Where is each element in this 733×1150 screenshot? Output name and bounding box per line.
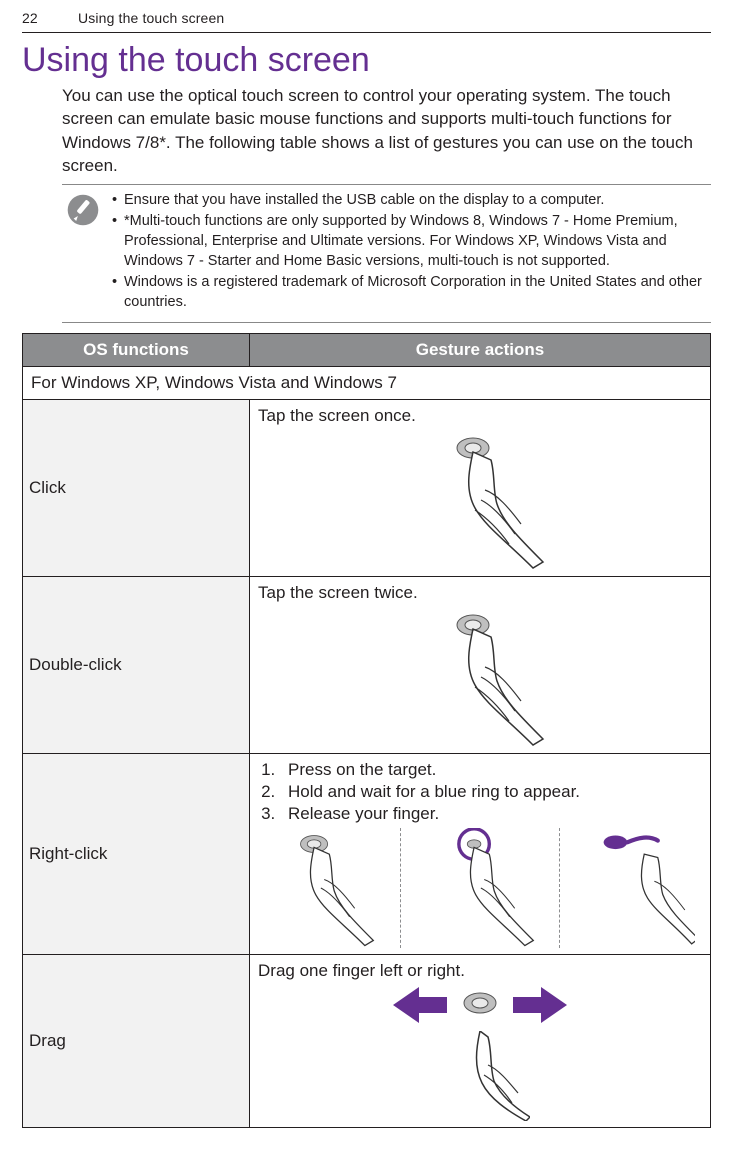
os-function-cell: Drag: [23, 955, 250, 1128]
note-item: Windows is a registered trademark of Mic…: [112, 273, 711, 312]
table-row: Drag Drag one finger left or right.: [23, 955, 711, 1128]
hand-press-icon: [265, 828, 375, 948]
table-section-row: For Windows XP, Windows Vista and Window…: [23, 367, 711, 400]
intro-paragraph: You can use the optical touch screen to …: [62, 84, 711, 178]
header-gesture-actions: Gesture actions: [250, 334, 711, 367]
sequence-divider: [559, 828, 560, 948]
table-section-title: For Windows XP, Windows Vista and Window…: [23, 367, 711, 400]
hand-hold-ring-icon: [425, 828, 535, 948]
running-header: 22 Using the touch screen: [22, 0, 711, 32]
gesture-cell: Press on the target. Hold and wait for a…: [250, 754, 711, 955]
gesture-text: Tap the screen once.: [258, 406, 702, 426]
gesture-cell: Tap the screen once.: [250, 400, 711, 577]
table-row: Double-click Tap the screen twice.: [23, 577, 711, 754]
os-function-cell: Right-click: [23, 754, 250, 955]
pencil-note-icon: [66, 193, 100, 227]
note-list: Ensure that you have installed the USB c…: [112, 191, 711, 314]
arrow-left-icon: [393, 985, 447, 1025]
os-function-cell: Click: [23, 400, 250, 577]
table-row: Right-click Press on the target. Hold an…: [23, 754, 711, 955]
gesture-illustration-tap-twice: [258, 607, 702, 747]
gesture-step: Release your finger.: [280, 804, 702, 824]
gesture-step: Press on the target.: [280, 760, 702, 780]
running-header-title: Using the touch screen: [78, 10, 224, 26]
note-box: Ensure that you have installed the USB c…: [62, 184, 711, 323]
gesture-cell: Tap the screen twice.: [250, 577, 711, 754]
note-item: Ensure that you have installed the USB c…: [112, 191, 711, 211]
os-function-cell: Double-click: [23, 577, 250, 754]
gesture-illustration-tap-once: [258, 430, 702, 570]
gesture-steps-list: Press on the target. Hold and wait for a…: [258, 760, 702, 824]
gesture-table: OS functions Gesture actions For Windows…: [22, 333, 711, 1128]
gesture-illustration-right-click: [258, 828, 702, 948]
gesture-text: Drag one finger left or right.: [258, 961, 702, 981]
header-rule: [22, 32, 711, 33]
table-row: Click Tap the screen once.: [23, 400, 711, 577]
arrow-right-icon: [513, 985, 567, 1025]
gesture-illustration-drag: [258, 985, 702, 1121]
page-title: Using the touch screen: [22, 41, 711, 80]
sequence-divider: [400, 828, 401, 948]
gesture-text: Tap the screen twice.: [258, 583, 702, 603]
hand-drag-top-icon: [455, 985, 505, 1025]
drag-arrows: [393, 985, 567, 1025]
note-item: *Multi-touch functions are only supporte…: [112, 212, 711, 271]
header-os-functions: OS functions: [23, 334, 250, 367]
page-number: 22: [22, 10, 74, 26]
hand-double-tap-icon: [415, 607, 545, 747]
hand-drag-icon: [430, 1031, 530, 1121]
table-header-row: OS functions Gesture actions: [23, 334, 711, 367]
hand-release-icon: [585, 828, 695, 948]
hand-tap-icon: [415, 430, 545, 570]
gesture-step: Hold and wait for a blue ring to appear.: [280, 782, 702, 802]
gesture-cell: Drag one finger left or right.: [250, 955, 711, 1128]
